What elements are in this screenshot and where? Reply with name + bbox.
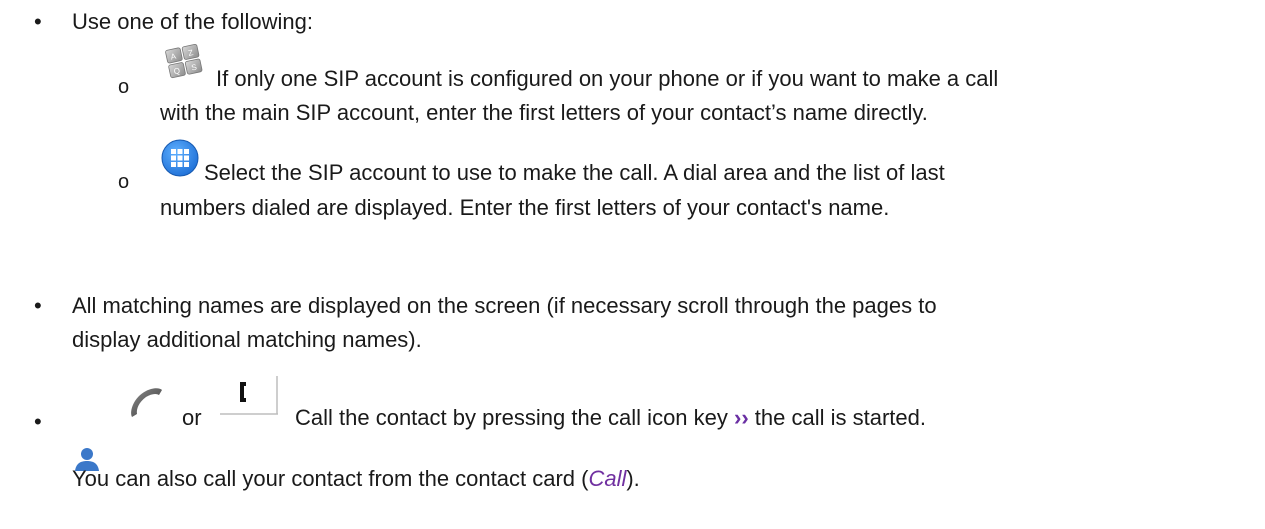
call-link[interactable]: Call [588, 466, 626, 491]
option-keypad-line-1: If only one SIP account is configured on… [216, 66, 999, 91]
call-text-before: Call the contact by pressing the call ic… [295, 405, 728, 430]
call-or-text: or [182, 405, 202, 430]
instruction-use-one: Use one of the following: [72, 9, 313, 34]
bullet-marker: • [34, 409, 42, 434]
option-keypad-line-2: with the main SIP account, enter the fir… [160, 100, 928, 125]
bullet-marker: • [34, 293, 42, 318]
handset-icon [126, 385, 166, 421]
call-text-after: the call is started. [754, 405, 926, 430]
note-text-before: You can also call your contact from the … [72, 466, 589, 491]
bullet-marker: • [34, 9, 42, 34]
keypad-icon: A Z Q S [162, 43, 206, 81]
matching-line-2: display additional matching names). [72, 327, 422, 352]
sub-bullet-marker: o [118, 76, 130, 98]
option-dialpad-line-2: numbers dialed are displayed. Enter the … [160, 195, 890, 220]
dialpad-icon [160, 138, 200, 178]
matching-line-1: All matching names are displayed on the … [72, 293, 937, 318]
note-text-after: ). [626, 466, 640, 491]
arrow-icon: ›› [734, 405, 749, 430]
call-instruction: Call the contact by pressing the call ic… [295, 402, 926, 434]
note-text: You can also call your contact from the … [72, 463, 640, 495]
option-dialpad-line-1: Select the SIP account to use to make th… [204, 160, 945, 185]
sub-bullet-marker: o [118, 171, 130, 193]
call-key-icon [220, 376, 278, 416]
